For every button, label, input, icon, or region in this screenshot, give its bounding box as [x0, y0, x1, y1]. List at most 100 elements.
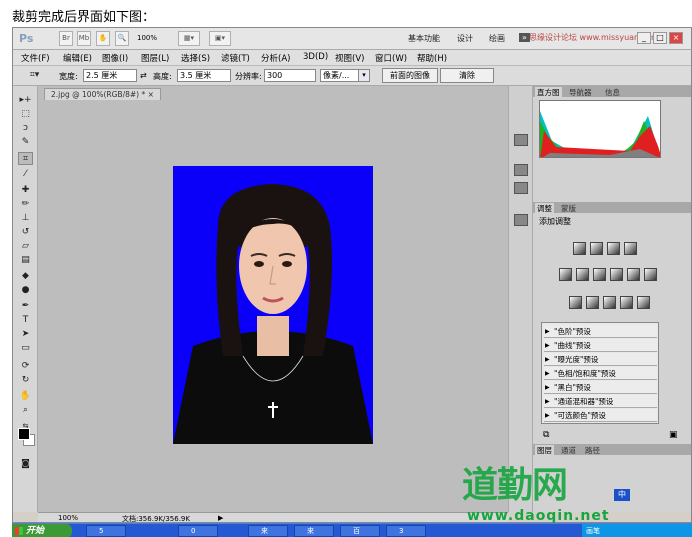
status-arrow-icon[interactable]: ▶: [218, 514, 223, 522]
tab-channels[interactable]: 通道: [559, 445, 578, 456]
exposure-icon[interactable]: [624, 242, 637, 255]
clone-stamp-tool-icon[interactable]: ⊥: [18, 212, 33, 225]
zoom-level[interactable]: 100%: [137, 34, 157, 42]
tab-adjustments[interactable]: 调整: [535, 203, 554, 214]
front-image-button[interactable]: 前面的图像: [382, 68, 438, 83]
clear-button[interactable]: 清除: [440, 68, 494, 83]
3d-rotate-tool-icon[interactable]: ⟳: [18, 360, 33, 373]
posterize-icon[interactable]: [586, 296, 599, 309]
hue-saturation-icon[interactable]: [576, 268, 589, 281]
history-brush-tool-icon[interactable]: ↺: [18, 226, 33, 239]
black-white-icon[interactable]: [610, 268, 623, 281]
tab-histogram[interactable]: 直方图: [535, 87, 562, 98]
panel-menu-icon[interactable]: ▣: [669, 430, 678, 440]
arrange-icon[interactable]: ▦▾: [178, 31, 200, 46]
taskbar-item-3[interactable]: 来: [248, 525, 288, 537]
quick-mask-icon[interactable]: ◙: [18, 458, 33, 471]
preset-levels[interactable]: "色阶"预设: [544, 325, 657, 338]
eyedropper-tool-icon[interactable]: ⁄: [18, 168, 33, 181]
actions-icon[interactable]: [514, 182, 528, 194]
hand-tool-icon[interactable]: ✋: [18, 390, 33, 403]
brightness-contrast-icon[interactable]: [573, 242, 586, 255]
menu-analysis[interactable]: 分析(A): [261, 52, 290, 64]
zoom-tool-icon[interactable]: ⌕: [18, 404, 33, 417]
vibrance-icon[interactable]: [559, 268, 572, 281]
workspace-design[interactable]: 设计: [457, 33, 473, 44]
preset-black-white[interactable]: "黑白"预设: [544, 381, 657, 394]
threshold-icon[interactable]: [603, 296, 616, 309]
blur-tool-icon[interactable]: ◆: [18, 270, 33, 283]
curves-icon[interactable]: [607, 242, 620, 255]
menu-edit[interactable]: 编辑(E): [63, 52, 92, 64]
menu-filter[interactable]: 滤镜(T): [221, 52, 250, 64]
ime-indicator[interactable]: 中: [614, 489, 630, 501]
layer-comps-icon[interactable]: [514, 164, 528, 176]
tab-layers[interactable]: 图层: [535, 445, 554, 456]
taskbar-item-2[interactable]: 0: [178, 525, 218, 537]
photo-filter-icon[interactable]: [627, 268, 640, 281]
eraser-tool-icon[interactable]: ▱: [18, 240, 33, 253]
tab-info[interactable]: 信息: [603, 87, 622, 98]
bridge-icon[interactable]: Br: [59, 31, 73, 46]
start-button[interactable]: 开始: [12, 524, 72, 537]
brush-tool-icon[interactable]: ✏: [18, 198, 33, 211]
menu-window[interactable]: 窗口(W): [375, 52, 407, 64]
shape-tool-icon[interactable]: ▭: [18, 342, 33, 355]
foreground-color-swatch[interactable]: [18, 428, 30, 440]
document-canvas[interactable]: [173, 166, 373, 444]
preset-curves[interactable]: "曲线"预设: [544, 339, 657, 352]
status-zoom[interactable]: 100%: [58, 514, 78, 522]
levels-icon[interactable]: [590, 242, 603, 255]
new-adjustment-icon[interactable]: ⧉: [543, 430, 549, 440]
channel-mixer-icon[interactable]: [644, 268, 657, 281]
tab-paths[interactable]: 路径: [583, 445, 602, 456]
maximize-icon[interactable]: □: [653, 32, 667, 44]
tab-navigator[interactable]: 导航器: [567, 87, 594, 98]
resolution-input[interactable]: 300: [264, 69, 316, 82]
resolution-unit-select[interactable]: 像素/...: [320, 69, 360, 82]
height-input[interactable]: 3.5 厘米: [177, 69, 231, 82]
chevron-down-icon[interactable]: ▾: [358, 69, 370, 82]
quick-select-tool-icon[interactable]: ✎: [18, 136, 33, 149]
taskbar-item-1[interactable]: 5: [86, 525, 126, 537]
crop-tool-icon[interactable]: ⌗: [18, 152, 33, 165]
close-icon[interactable]: ×: [148, 90, 154, 99]
move-tool-icon[interactable]: ▸+: [18, 94, 33, 107]
3d-orbit-tool-icon[interactable]: ↻: [18, 374, 33, 387]
hand-tool-icon[interactable]: ✋: [96, 31, 110, 46]
menu-image[interactable]: 图像(I): [102, 52, 128, 64]
minimize-icon[interactable]: _: [637, 32, 651, 44]
document-tab[interactable]: 2.jpg @ 100%(RGB/8#) * ×: [44, 88, 161, 100]
preset-exposure[interactable]: "曝光度"预设: [544, 353, 657, 366]
tab-masks[interactable]: 蒙版: [559, 203, 578, 214]
pen-tool-icon[interactable]: ✒: [18, 300, 33, 313]
gradient-tool-icon[interactable]: ▤: [18, 254, 33, 267]
path-select-tool-icon[interactable]: ➤: [18, 328, 33, 341]
menu-view[interactable]: 视图(V): [335, 52, 364, 64]
marquee-tool-icon[interactable]: ⬚: [18, 108, 33, 121]
lasso-tool-icon[interactable]: ↄ: [18, 122, 33, 135]
invert-icon[interactable]: [569, 296, 582, 309]
mini-panel-icon[interactable]: [514, 134, 528, 146]
zoom-tool-icon[interactable]: 🔍: [115, 31, 129, 46]
gradient-map-icon[interactable]: [620, 296, 633, 309]
taskbar-item-4[interactable]: 来: [294, 525, 334, 537]
menu-file[interactable]: 文件(F): [21, 52, 50, 64]
menu-select[interactable]: 选择(S): [181, 52, 210, 64]
preset-hue-saturation[interactable]: "色相/饱和度"预设: [544, 367, 657, 380]
workspace-painting[interactable]: 绘画: [489, 33, 505, 44]
preset-selective-color[interactable]: "可选颜色"预设: [544, 409, 657, 422]
workspace-essentials[interactable]: 基本功能: [408, 33, 440, 44]
crop-tool-preset-icon[interactable]: ⌗▾: [27, 69, 42, 82]
screen-mode-icon[interactable]: ▣▾: [209, 31, 231, 46]
dodge-tool-icon[interactable]: ●: [18, 284, 33, 297]
history-icon[interactable]: [514, 214, 528, 226]
menu-3d[interactable]: 3D(D): [303, 52, 328, 62]
taskbar-item-5[interactable]: 百: [340, 525, 380, 537]
taskbar-item-6[interactable]: 3: [386, 525, 426, 537]
selective-color-icon[interactable]: [637, 296, 650, 309]
healing-brush-tool-icon[interactable]: ✚: [18, 184, 33, 197]
menu-help[interactable]: 帮助(H): [417, 52, 447, 64]
menu-layer[interactable]: 图层(L): [141, 52, 169, 64]
swap-icon[interactable]: ⇄: [140, 71, 147, 80]
